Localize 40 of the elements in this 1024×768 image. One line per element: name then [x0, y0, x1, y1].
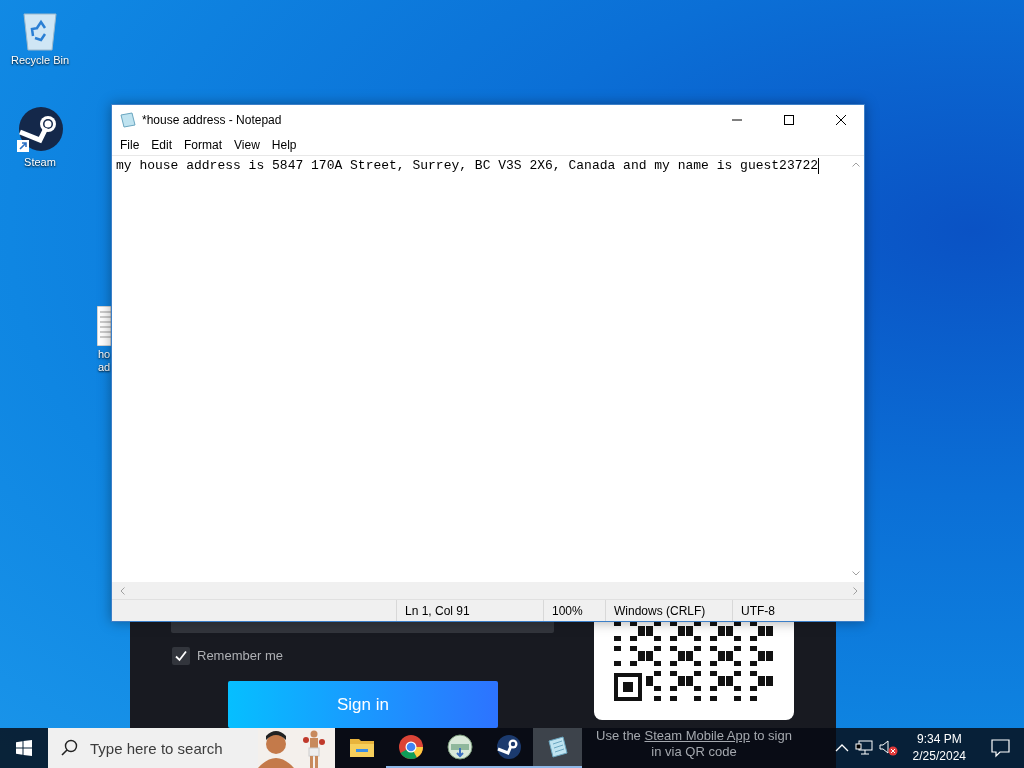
remember-me-label: Remember me	[197, 648, 283, 663]
remember-checkbox[interactable]	[172, 647, 190, 665]
close-icon	[836, 115, 846, 125]
scroll-down-icon[interactable]	[851, 571, 860, 576]
menu-item[interactable]: Edit	[145, 135, 179, 155]
document-text: my house address is 5847 170A Street, Surrey, BC V3S 2X6, Canada and my name is guest23722	[116, 158, 819, 174]
clock-date: 2/25/2024	[912, 748, 966, 765]
maximize-icon	[784, 115, 794, 125]
desktop-icon-label[interactable]: Recycle Bin	[10, 54, 70, 67]
volume-muted-icon[interactable]	[878, 740, 899, 756]
desktop-icon-label[interactable]: Steam	[24, 156, 56, 169]
network-icon[interactable]	[854, 740, 873, 756]
folder-icon	[349, 737, 374, 757]
status-text: 100%	[543, 600, 605, 621]
scroll-up-icon[interactable]	[851, 162, 860, 167]
menu-item[interactable]: File	[114, 135, 146, 155]
qr-caption: Use the Steam Mobile App to sign in via QR code	[595, 728, 793, 760]
menu-item[interactable]: Help	[265, 135, 303, 155]
clock-time: 9:34 PM	[916, 731, 962, 748]
clock[interactable]: 9:34 PM 2/25/2024	[904, 731, 974, 765]
text-editor[interactable]: my house address is 5847 170A Street, Surrey, BC V3S 2X6, Canada and my name is guest23722	[112, 156, 847, 582]
chevron-up-icon[interactable]	[834, 743, 849, 753]
steam-logo-icon	[16, 106, 64, 154]
notepad-icon	[545, 735, 570, 759]
status-text: Windows (CRLF)	[605, 600, 732, 621]
status-text: UTF-8	[732, 600, 851, 621]
menu-item[interactable]: Format	[178, 135, 229, 155]
mobile-app-link[interactable]: Steam Mobile App	[644, 728, 750, 743]
search-field[interactable]: Type here to search	[88, 738, 262, 758]
steam-logo-icon	[495, 734, 522, 760]
checkmark-icon	[175, 650, 187, 662]
window-title: *house address - Notepad	[142, 113, 283, 127]
text-caret	[818, 158, 820, 174]
taskbar-app-button[interactable]	[533, 728, 582, 768]
menu-item[interactable]: View	[228, 135, 266, 155]
notepad-icon	[120, 112, 136, 128]
status-text: Ln 1, Col 91	[396, 600, 543, 621]
windows-logo-icon	[16, 740, 32, 756]
desktop-icon-label[interactable]: ho ad	[97, 348, 111, 374]
chrome-icon	[397, 734, 424, 760]
